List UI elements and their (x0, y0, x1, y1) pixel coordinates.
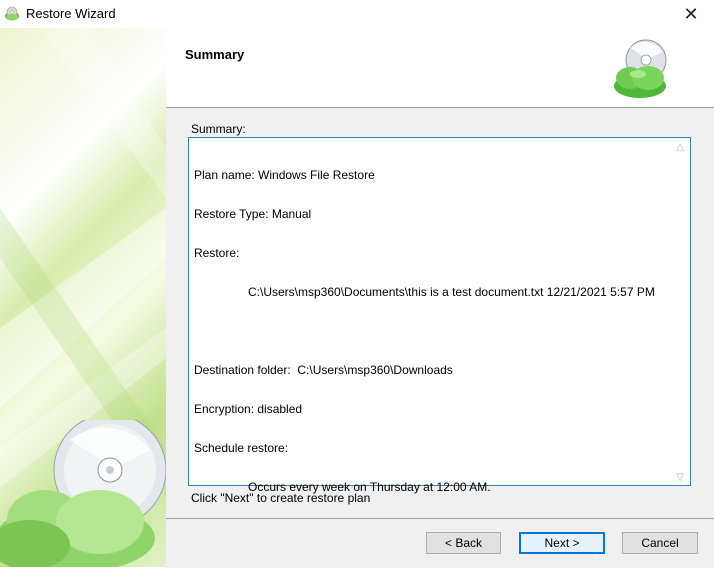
summary-line: Plan name: Windows File Restore (194, 168, 375, 182)
page-title: Summary (185, 47, 245, 62)
summary-textbox[interactable]: Plan name: Windows File Restore Restore … (188, 137, 691, 494)
summary-line: Restore Type: Manual (194, 207, 312, 221)
summary-line: Encryption: disabled (194, 402, 303, 416)
wizard-content: Summary: Plan name: Windows File Restore… (166, 108, 714, 518)
cancel-button[interactable]: Cancel (622, 532, 698, 554)
scroll-down-icon[interactable]: ▽ (676, 472, 684, 483)
summary-line: Restore: (194, 246, 240, 260)
wizard-footer: < Back Next > Cancel (166, 518, 714, 568)
back-button[interactable]: < Back (426, 532, 501, 554)
summary-line: Destination folder: C:\Users\msp360\Down… (194, 363, 453, 377)
scroll-up-icon[interactable]: △ (676, 142, 684, 153)
cloud-disc-icon (5, 6, 19, 21)
close-icon: ✕ (683, 3, 699, 24)
summary-label: Summary: (191, 122, 246, 136)
title-bar: Restore Wizard ✕ (0, 0, 714, 29)
window-title: Restore Wizard (26, 6, 116, 21)
hint-text: Click "Next" to create restore plan (191, 491, 371, 505)
wizard-sidebar (0, 28, 166, 567)
disc-cloud-artwork (0, 420, 166, 567)
summary-line: C:\Users\msp360\Documents\this is a test… (248, 285, 655, 299)
summary-text: Plan name: Windows File Restore Restore … (194, 143, 655, 520)
wizard-header: Summary (166, 28, 714, 108)
summary-line (194, 325, 655, 338)
summary-line: Schedule restore: (194, 441, 289, 455)
next-button[interactable]: Next > (519, 532, 605, 554)
close-button[interactable]: ✕ (668, 0, 714, 28)
cloud-disc-logo (614, 39, 667, 98)
